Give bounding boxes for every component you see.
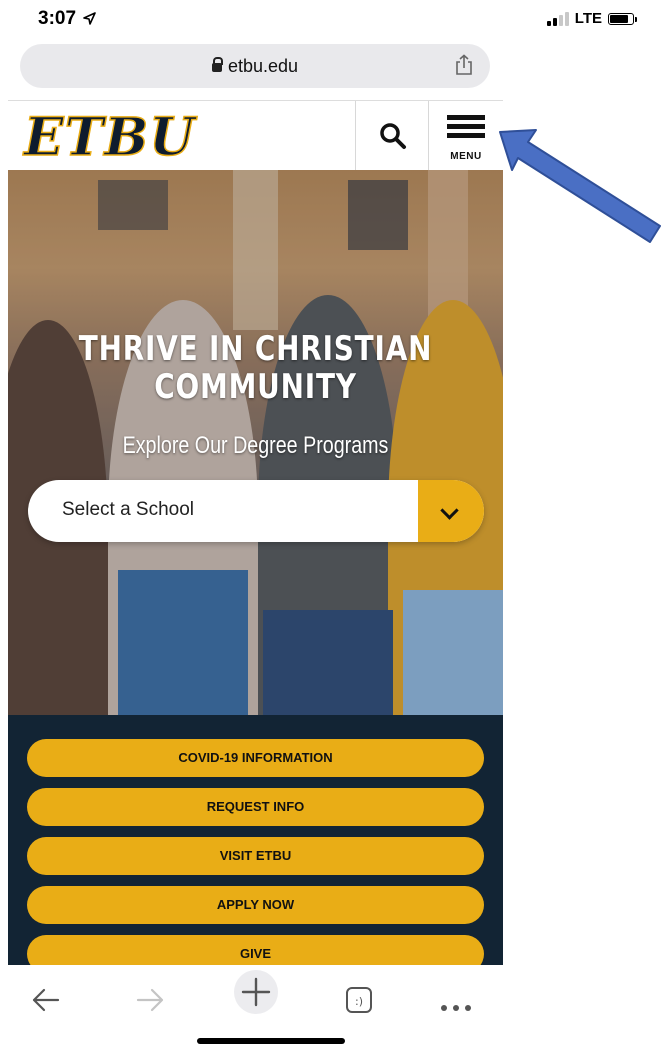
network-type: LTE bbox=[574, 10, 602, 27]
annotation-arrow bbox=[499, 129, 661, 243]
etbu-logo[interactable]: ETBU bbox=[23, 106, 196, 169]
back-arrow-icon[interactable] bbox=[30, 975, 62, 1025]
visit-etbu-button[interactable]: VISIT ETBU bbox=[27, 837, 484, 875]
forward-arrow-icon[interactable] bbox=[134, 975, 166, 1025]
more-icon[interactable] bbox=[438, 983, 474, 1033]
hero-title-line2: COMMUNITY bbox=[154, 367, 357, 407]
signal-icon bbox=[546, 11, 569, 26]
share-icon[interactable] bbox=[454, 54, 474, 76]
svg-text::): :) bbox=[355, 995, 363, 1008]
chevron-down-icon bbox=[440, 501, 459, 520]
quick-links-panel: COVID-19 INFORMATION REQUEST INFO VISIT … bbox=[8, 715, 503, 965]
address-bar[interactable]: etbu.edu bbox=[20, 44, 490, 88]
url-text: etbu.edu bbox=[227, 56, 299, 76]
hamburger-menu-icon bbox=[447, 115, 485, 142]
plus-icon[interactable] bbox=[233, 967, 279, 1017]
status-time-text: 3:07 bbox=[38, 8, 77, 29]
request-info-button[interactable]: REQUEST INFO bbox=[27, 788, 484, 826]
status-bar: 3:07 LTE bbox=[0, 0, 664, 40]
hero-title: THRIVE IN CHRISTIAN COMMUNITY bbox=[53, 330, 459, 406]
status-time: 3:07 bbox=[38, 8, 97, 30]
school-select-value: Select a School bbox=[62, 499, 195, 520]
apply-now-button[interactable]: APPLY NOW bbox=[27, 886, 484, 924]
hero-title-line1: THRIVE IN CHRISTIAN bbox=[78, 329, 433, 369]
tabs-icon[interactable]: :) bbox=[344, 975, 374, 1025]
covid-info-button[interactable]: COVID-19 INFORMATION bbox=[27, 739, 484, 777]
school-select[interactable]: Select a School bbox=[28, 480, 484, 542]
site-header: ETBU MENU bbox=[8, 100, 503, 170]
url-display[interactable]: etbu.edu bbox=[20, 56, 490, 77]
search-button[interactable] bbox=[355, 101, 429, 170]
browser-toolbar: :) bbox=[0, 965, 664, 1047]
status-indicators: LTE bbox=[546, 10, 637, 27]
hero-banner: THRIVE IN CHRISTIAN COMMUNITY Explore Ou… bbox=[8, 170, 503, 715]
lock-icon bbox=[211, 57, 223, 72]
search-icon bbox=[380, 123, 406, 149]
hero-subtitle: Explore Our Degree Programs bbox=[122, 432, 389, 459]
school-select-toggle[interactable] bbox=[418, 480, 484, 542]
home-indicator[interactable] bbox=[197, 1038, 345, 1044]
battery-icon bbox=[608, 12, 637, 25]
location-arrow-icon bbox=[83, 12, 97, 25]
give-button[interactable]: GIVE bbox=[27, 935, 484, 965]
